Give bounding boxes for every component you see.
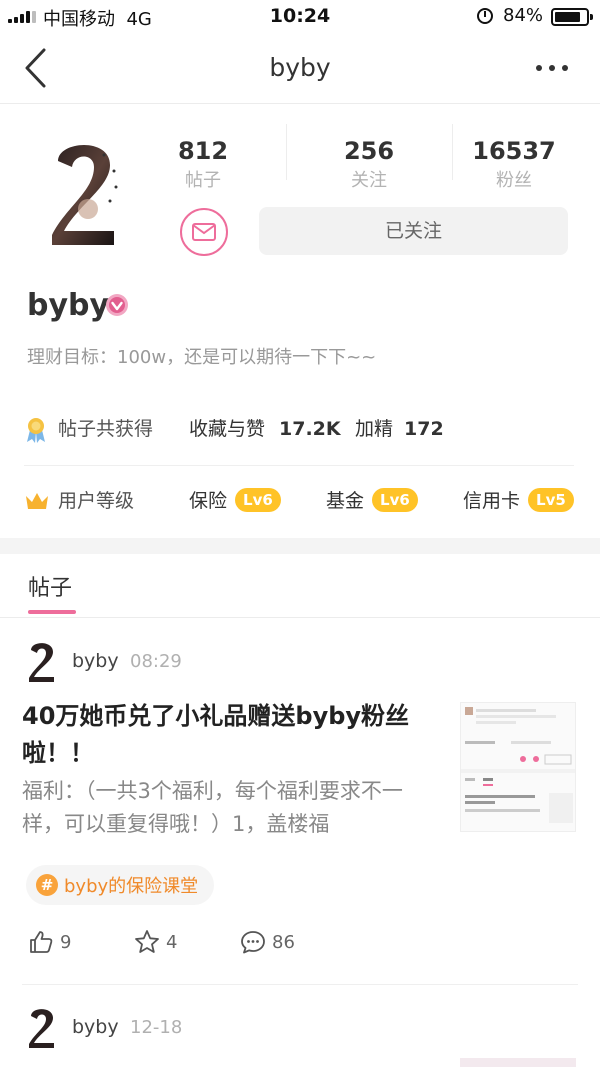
topic-label: byby的保险课堂	[64, 876, 199, 897]
level-badge: Lv6	[372, 488, 418, 512]
comment-icon	[241, 931, 265, 954]
status-bar: 中国移动 4G 10:24 84%	[0, 0, 600, 34]
thumbs-up-icon	[30, 931, 53, 953]
comment-count: 86	[272, 931, 295, 953]
achievements-row: 帖子共获得 收藏与赞 17.2K 加精 172	[24, 414, 584, 444]
level-insurance: 保险 Lv6	[189, 486, 281, 516]
post-author[interactable]: byby	[72, 1016, 119, 1038]
post-thumbnail[interactable]	[460, 702, 576, 832]
stat-followers[interactable]: 16537 粉丝	[454, 135, 574, 195]
message-button[interactable]	[180, 208, 228, 256]
page-title: byby	[269, 53, 331, 82]
divider	[0, 617, 600, 618]
featured-label: 加精	[355, 418, 394, 440]
stat-value: 256	[343, 137, 395, 165]
tab-indicator	[28, 610, 76, 614]
stat-label: 粉丝	[496, 170, 532, 191]
section-gap	[0, 538, 600, 554]
favorites-value: 17.2K	[279, 418, 341, 440]
divider	[24, 465, 574, 466]
hashtag-icon: #	[36, 874, 58, 896]
topic-tag[interactable]: # byby的保险课堂	[26, 865, 215, 905]
star-icon	[135, 930, 159, 953]
more-button[interactable]	[536, 56, 582, 80]
comment-button[interactable]: 86	[240, 928, 295, 956]
level-credit-card: 信用卡 Lv5	[463, 486, 574, 516]
post-author-avatar[interactable]	[26, 640, 58, 684]
favorite-button[interactable]: 4	[134, 928, 177, 956]
stat-value: 812	[177, 137, 229, 165]
post-title[interactable]: 40万她币兑了小礼品赠送byby粉丝啦！！	[22, 698, 432, 772]
mail-icon	[192, 223, 216, 241]
more-dots-icon	[536, 65, 542, 71]
level-badge: Lv6	[235, 488, 281, 512]
like-count: 9	[60, 931, 72, 953]
stat-posts[interactable]: 812 帖子	[143, 135, 263, 195]
like-button[interactable]: 9	[28, 928, 71, 956]
crown-icon	[26, 493, 48, 509]
featured-value: 172	[404, 418, 444, 440]
follow-button[interactable]: 已关注	[259, 207, 568, 255]
stat-label: 帖子	[185, 170, 221, 191]
favorites-label: 收藏与赞	[189, 418, 266, 440]
stat-following[interactable]: 256 关注	[309, 135, 429, 195]
post-time: 12-18	[130, 1017, 183, 1038]
achievements-label: 帖子共获得	[58, 418, 154, 440]
bio: 理财目标：100w，还是可以期待一下下~~	[27, 347, 377, 368]
stat-value: 16537	[472, 137, 556, 165]
levels-label: 用户等级	[58, 490, 135, 512]
levels-row[interactable]: 用户等级 保险 Lv6 基金 Lv6 信用卡 Lv5	[24, 486, 584, 516]
battery-percent: 84%	[503, 5, 544, 26]
post-author-avatar[interactable]	[26, 1006, 58, 1050]
level-badge: Lv5	[528, 488, 574, 512]
post-time: 08:29	[130, 651, 182, 672]
nav-bar: byby	[0, 34, 600, 104]
stat-label: 关注	[351, 170, 387, 191]
level-fund: 基金 Lv6	[326, 486, 418, 516]
alarm-icon	[477, 8, 493, 24]
verified-badge-icon	[106, 294, 128, 316]
battery-icon	[551, 8, 593, 26]
post-author[interactable]: byby	[72, 650, 119, 672]
tab-posts[interactable]: 帖子	[28, 570, 72, 602]
post-thumbnail[interactable]	[460, 1058, 576, 1067]
username: byby	[27, 288, 110, 323]
avatar[interactable]	[44, 135, 128, 253]
divider	[22, 984, 578, 985]
divider	[452, 124, 453, 180]
post-excerpt[interactable]: 福利：（一共3个福利，每个福利要求不一样，可以重复得哦！）1，盖楼福	[22, 775, 442, 841]
divider	[286, 124, 287, 180]
favorite-count: 4	[166, 931, 178, 953]
medal-icon	[27, 418, 45, 443]
